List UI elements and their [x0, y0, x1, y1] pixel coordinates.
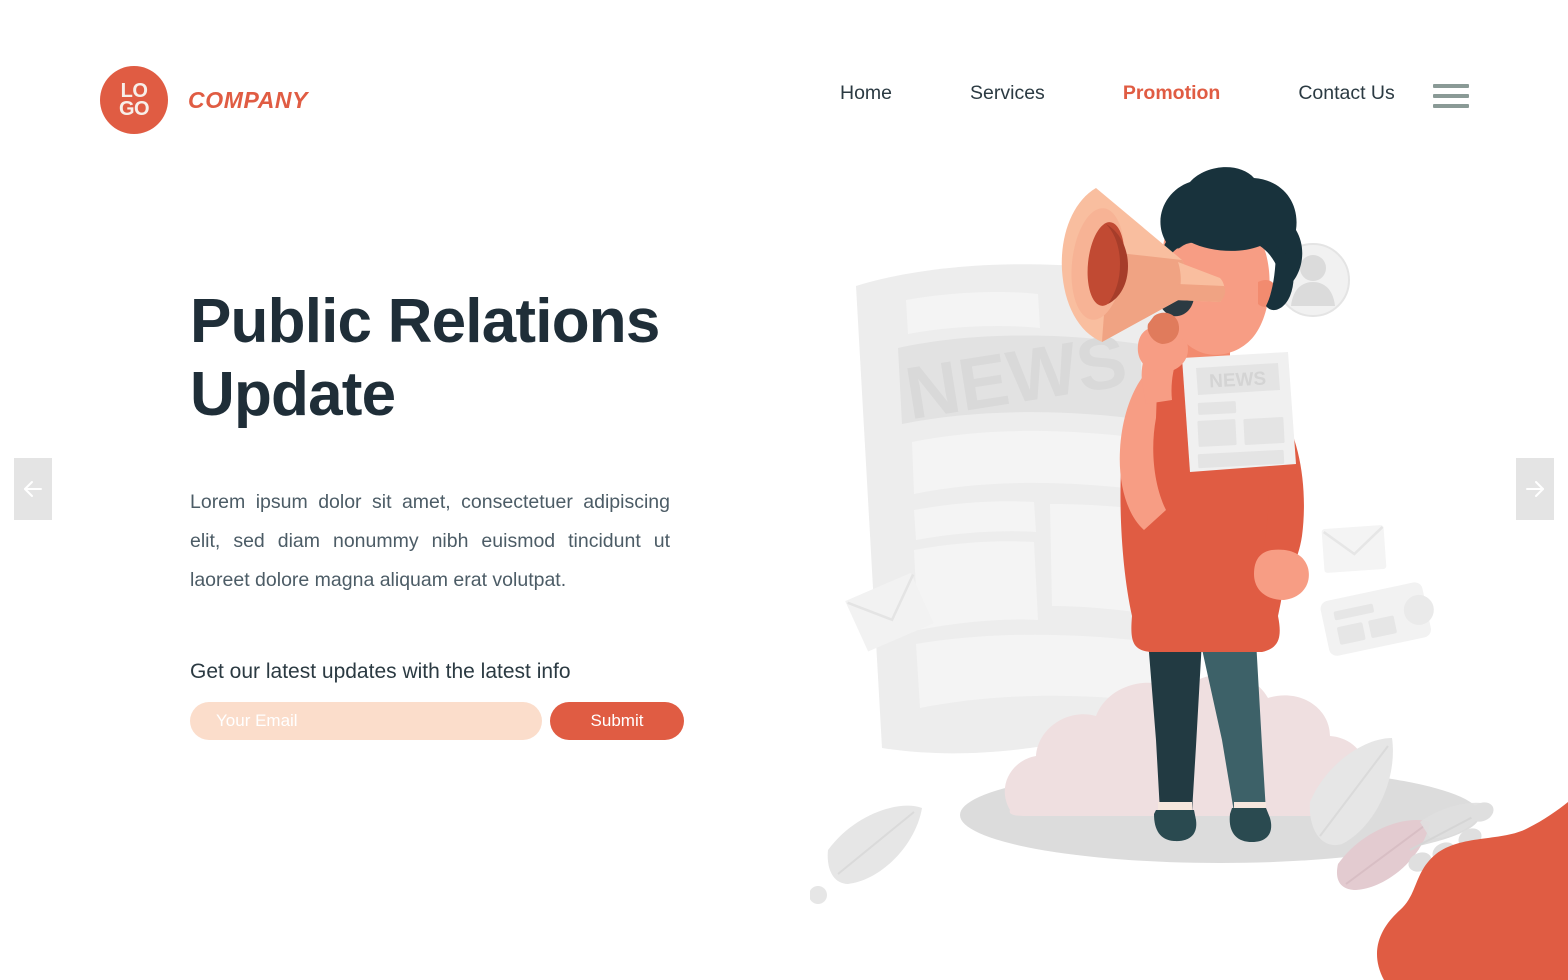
- page-title: Public Relations Update: [190, 285, 720, 431]
- main-navigation: Home Services Promotion Contact Us: [840, 82, 1395, 105]
- email-input[interactable]: [190, 702, 542, 741]
- carousel-prev-button[interactable]: [14, 458, 52, 520]
- headline-line-1: Public Relations: [190, 287, 660, 356]
- leaf-decoration-right: [1309, 738, 1511, 903]
- hero-content: Public Relations Update Lorem ipsum dolor…: [190, 285, 720, 741]
- headline-line-2: Update: [190, 360, 396, 430]
- leaf-decoration-left: [810, 805, 922, 904]
- newsletter-label: Get our latest updates with the latest i…: [190, 660, 571, 684]
- hamburger-bar-1: [1433, 84, 1469, 88]
- landing-page: LO GO COMPANY Home Services Promotion Co…: [0, 0, 1568, 980]
- rolled-newspaper-icon: [1320, 582, 1434, 656]
- hero-paragraph: Lorem ipsum dolor sit amet, consectetuer…: [190, 491, 670, 592]
- arrow-left-icon: [24, 481, 42, 497]
- newsletter-form: Submit: [190, 702, 720, 741]
- envelope-icon-right: [1321, 525, 1387, 573]
- character-right-hand: [1254, 549, 1309, 600]
- submit-button[interactable]: Submit: [550, 702, 684, 741]
- nav-item-contact-us[interactable]: Contact Us: [1298, 82, 1394, 105]
- hamburger-bar-2: [1433, 94, 1469, 98]
- hamburger-bar-3: [1433, 104, 1469, 108]
- arrow-right-icon: [1526, 481, 1544, 497]
- held-newspaper-text: NEWS: [1209, 369, 1267, 393]
- logo-circle-icon: LO GO: [100, 66, 168, 134]
- brand-logo[interactable]: LO GO COMPANY: [100, 66, 308, 134]
- nav-item-home[interactable]: Home: [840, 82, 892, 105]
- site-header: LO GO COMPANY Home Services Promotion Co…: [0, 0, 1568, 190]
- man-with-megaphone-illustration: NEWS NEWS: [810, 150, 1568, 980]
- brand-name: COMPANY: [188, 86, 309, 113]
- logo-line-2: GO: [118, 98, 150, 120]
- held-newspaper: NEWS: [1182, 352, 1296, 472]
- nav-item-services[interactable]: Services: [970, 82, 1045, 105]
- carousel-next-button[interactable]: [1516, 458, 1554, 520]
- nav-item-promotion[interactable]: Promotion: [1123, 82, 1221, 105]
- hamburger-menu-icon[interactable]: [1433, 82, 1469, 110]
